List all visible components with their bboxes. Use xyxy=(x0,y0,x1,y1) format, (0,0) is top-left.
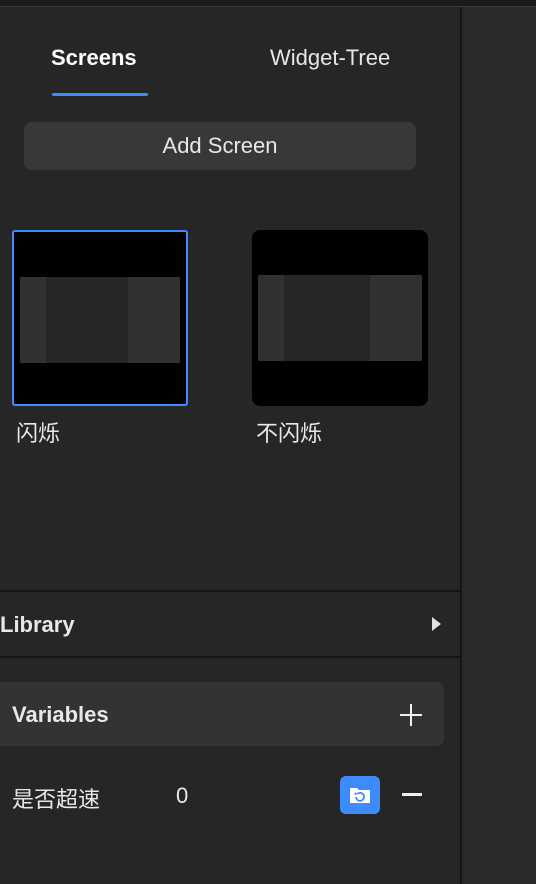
active-tab-indicator xyxy=(52,93,148,96)
variables-header: Variables xyxy=(0,682,444,746)
variables-title: Variables xyxy=(12,702,109,727)
add-screen-button[interactable]: Add Screen xyxy=(24,122,416,170)
library-section-title[interactable]: Library xyxy=(0,612,75,638)
folder-refresh-icon[interactable] xyxy=(340,776,380,814)
folder-refresh-glyph xyxy=(350,788,370,803)
section-divider xyxy=(0,590,460,592)
tab-screens[interactable]: Screens xyxy=(51,45,137,71)
plus-icon[interactable] xyxy=(400,704,422,726)
variable-name[interactable]: 是否超速 xyxy=(12,782,100,814)
thumbnail-preview-right xyxy=(128,277,180,363)
tab-widget-tree[interactable]: Widget-Tree xyxy=(270,45,390,71)
thumbnail-preview-right xyxy=(370,275,422,361)
section-divider xyxy=(0,656,460,658)
canvas-area[interactable] xyxy=(462,7,536,884)
screen-thumbnail-2[interactable] xyxy=(252,230,428,406)
minus-icon[interactable] xyxy=(402,793,422,796)
chevron-right-icon[interactable] xyxy=(432,617,441,631)
variable-value[interactable]: 0 xyxy=(176,783,188,809)
screen-label-2[interactable]: 不闪烁 xyxy=(256,416,322,448)
thumbnail-preview-left xyxy=(20,277,46,363)
thumbnail-preview-left xyxy=(258,275,284,361)
window-top-border xyxy=(0,0,536,7)
screen-thumbnail-1[interactable] xyxy=(12,230,188,406)
screen-label-1[interactable]: 闪烁 xyxy=(16,416,60,448)
